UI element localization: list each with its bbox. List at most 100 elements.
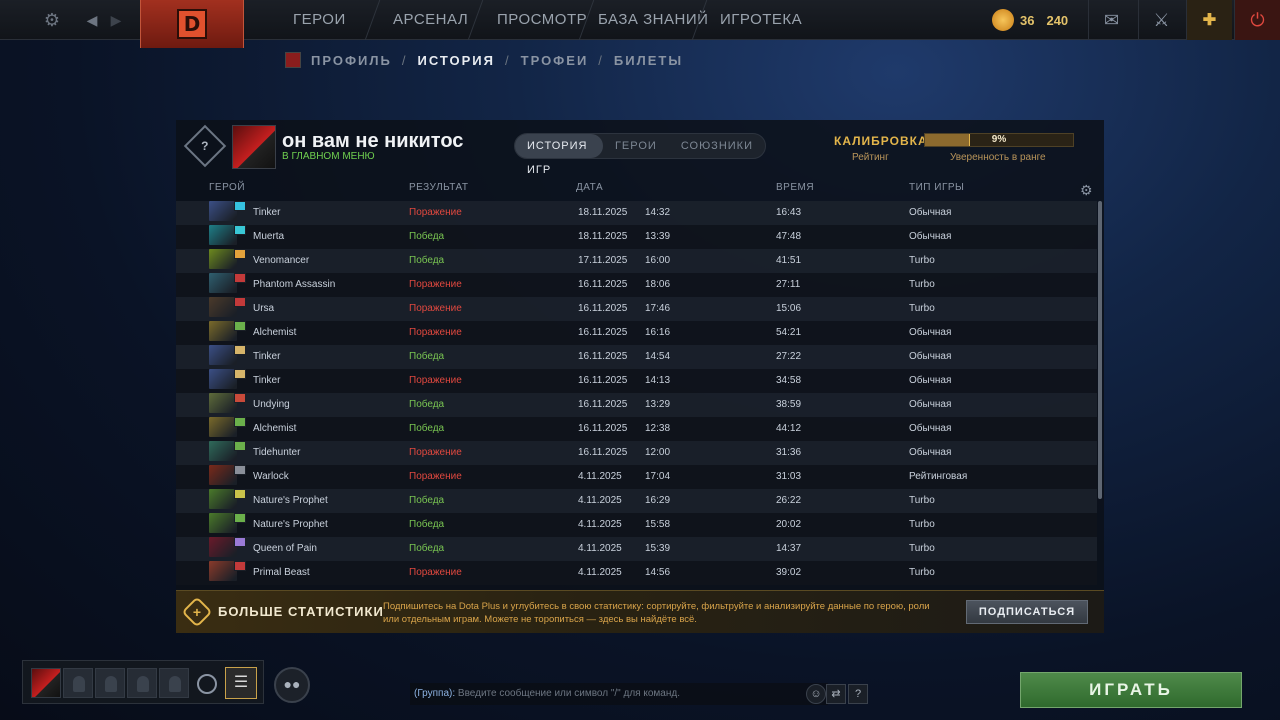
hero-name: Ursa <box>253 303 275 314</box>
hero-role-badge <box>234 201 246 211</box>
table-row[interactable]: Primal Beast Поражение 4.11.2025 14:56 39:02… <box>176 561 1097 585</box>
hero-portrait <box>209 297 237 317</box>
friends-group-icon[interactable]: ●● <box>274 667 310 703</box>
plus-title: БОЛЬШЕ СТАТИСТИКИ <box>218 604 384 619</box>
hero-role-badge <box>234 297 246 307</box>
messages-button[interactable]: ✉ <box>1088 0 1134 40</box>
subnav-profile[interactable]: ПРОФИЛЬ <box>311 53 392 68</box>
rank-medal-icon[interactable]: ☰ <box>225 667 257 699</box>
hero-portrait <box>209 345 237 365</box>
match-date: 4.11.2025 <box>578 471 622 482</box>
col-time[interactable]: ВРЕМЯ <box>776 182 814 193</box>
nav-watch[interactable]: ПРОСМОТР <box>497 0 587 40</box>
match-date: 18.11.2025 <box>578 231 628 242</box>
help-icon[interactable]: ? <box>848 684 868 704</box>
party-slot-self[interactable] <box>31 668 61 698</box>
match-result: Поражение <box>409 567 462 578</box>
nav-heroes[interactable]: ГЕРОИ <box>293 0 346 40</box>
nav-arcade[interactable]: ИГРОТЕКА <box>720 0 802 40</box>
game-type: Обычная <box>909 351 952 362</box>
match-date: 16.11.2025 <box>578 327 628 338</box>
table-row[interactable]: Tidehunter Поражение 16.11.2025 12:00 31:36 О… <box>176 441 1097 465</box>
table-row[interactable]: Alchemist Поражение 16.11.2025 16:16 54:21 Об… <box>176 321 1097 345</box>
forward-arrow-icon[interactable]: ▶ <box>104 8 128 32</box>
hero-name: Tinker <box>253 207 281 218</box>
voice-headset-icon[interactable] <box>197 674 217 694</box>
match-duration: 31:36 <box>776 447 802 458</box>
subnav-tickets[interactable]: БИЛЕТЫ <box>614 53 683 68</box>
party-slot-empty[interactable] <box>95 668 125 698</box>
nav-knowledge-base[interactable]: БАЗА ЗНАНИЙ <box>598 0 708 40</box>
table-row[interactable]: Warlock Поражение 4.11.2025 17:04 31:03 Рейти… <box>176 465 1097 489</box>
emoji-icon[interactable]: ☺ <box>806 684 826 704</box>
subscribe-button[interactable]: ПОДПИСАТЬСЯ <box>966 600 1088 624</box>
match-duration: 41:51 <box>776 255 802 266</box>
hero-portrait <box>209 489 237 509</box>
hero-portrait <box>209 321 237 341</box>
match-start-time: 17:46 <box>645 303 671 314</box>
play-button[interactable]: ИГРАТЬ <box>1020 672 1242 708</box>
party-slot-empty[interactable] <box>63 668 93 698</box>
col-result[interactable]: РЕЗУЛЬТАТ <box>409 182 468 193</box>
scrollbar[interactable] <box>1098 201 1102 499</box>
table-row[interactable]: Tinker Поражение 16.11.2025 14:13 34:58 Обычн… <box>176 369 1097 393</box>
party-bar: ☰ <box>22 660 264 704</box>
table-row[interactable]: Venomancer Победа 17.11.2025 16:00 41:51 Turb… <box>176 249 1097 273</box>
hero-name: Queen of Pain <box>253 543 317 554</box>
match-start-time: 14:56 <box>645 567 671 578</box>
avatar[interactable] <box>232 125 276 169</box>
match-start-time: 12:38 <box>645 423 671 434</box>
table-row[interactable]: Queen of Pain Победа 4.11.2025 15:39 14:37 Tu… <box>176 537 1097 561</box>
back-arrow-icon[interactable]: ◀ <box>80 8 104 32</box>
match-result: Победа <box>409 255 445 266</box>
chat-wheel-icon[interactable]: ⇄ <box>826 684 846 704</box>
table-row[interactable]: Muerta Победа 18.11.2025 13:39 47:48 Обычная <box>176 225 1097 249</box>
match-date: 4.11.2025 <box>578 495 622 506</box>
hero-portrait <box>209 513 237 533</box>
table-row[interactable]: Ursa Поражение 16.11.2025 17:46 15:06 Turbo <box>176 297 1097 321</box>
player-name: он вам не никитос <box>282 130 464 152</box>
profile-header: ? он вам не никитос В ГЛАВНОМ МЕНЮ ИСТОР… <box>176 120 1104 176</box>
col-game-type[interactable]: ТИП ИГРЫ <box>909 182 964 193</box>
col-hero[interactable]: ГЕРОЙ <box>209 182 245 193</box>
tab-heroes[interactable]: ГЕРОИ <box>603 134 669 158</box>
currency-display[interactable]: 36 240 <box>992 6 1068 34</box>
col-date[interactable]: ДАТА <box>576 182 603 193</box>
party-slot-empty[interactable] <box>127 668 157 698</box>
match-history-panel: ? он вам не никитос В ГЛАВНОМ МЕНЮ ИСТОР… <box>176 120 1104 590</box>
match-start-time: 15:58 <box>645 519 671 530</box>
tab-allies[interactable]: СОЮЗНИКИ <box>669 134 765 158</box>
game-type: Рейтинговая <box>909 471 968 482</box>
game-type: Turbo <box>909 519 935 530</box>
table-row[interactable]: Alchemist Победа 16.11.2025 12:38 44:12 Обычн… <box>176 417 1097 441</box>
tab-match-history[interactable]: ИСТОРИЯ ИГР <box>515 134 603 176</box>
hero-name: Alchemist <box>253 327 297 338</box>
gold-value: 240 <box>1046 12 1069 28</box>
subnav-trophies[interactable]: ТРОФЕИ <box>521 53 589 68</box>
history-tabs: ИСТОРИЯ ИГР ГЕРОИ СОЮЗНИКИ <box>514 133 766 176</box>
table-row[interactable]: Tinker Поражение 18.11.2025 14:32 16:43 Обычн… <box>176 201 1097 225</box>
game-type: Обычная <box>909 231 952 242</box>
exit-button[interactable]: ⏻ <box>1234 0 1280 40</box>
settings-gear-icon[interactable]: ⚙ <box>40 8 64 32</box>
table-row[interactable]: Phantom Assassin Поражение 16.11.2025 18:06… <box>176 273 1097 297</box>
dota-plus-banner: + БОЛЬШЕ СТАТИСТИКИ Подпишитесь на Dota … <box>176 590 1104 633</box>
hero-portrait <box>209 273 237 293</box>
armory-button[interactable]: ⚔ <box>1138 0 1184 40</box>
table-row[interactable]: Tinker Победа 16.11.2025 14:54 27:22 Обычная <box>176 345 1097 369</box>
table-row[interactable]: Undying Победа 16.11.2025 13:29 38:59 Обычная <box>176 393 1097 417</box>
nav-armory[interactable]: АРСЕНАЛ <box>393 0 468 40</box>
party-slot-empty[interactable] <box>159 668 189 698</box>
chat-input[interactable]: (Группа): Введите сообщение или символ "… <box>410 683 828 705</box>
match-result: Победа <box>409 519 445 530</box>
hero-role-badge <box>234 489 246 499</box>
table-row[interactable]: Nature's Prophet Победа 4.11.2025 15:58 20:0… <box>176 513 1097 537</box>
dota-logo-button[interactable]: D <box>140 0 244 48</box>
dota-plus-button[interactable]: ✚ <box>1186 0 1232 40</box>
match-duration: 20:02 <box>776 519 802 530</box>
subnav-history[interactable]: ИСТОРИЯ <box>418 53 496 68</box>
table-row[interactable]: Nature's Prophet Победа 4.11.2025 16:29 26:2… <box>176 489 1097 513</box>
hero-role-badge <box>234 249 246 259</box>
table-settings-gear-icon[interactable]: ⚙ <box>1080 182 1096 198</box>
match-duration: 16:43 <box>776 207 802 218</box>
